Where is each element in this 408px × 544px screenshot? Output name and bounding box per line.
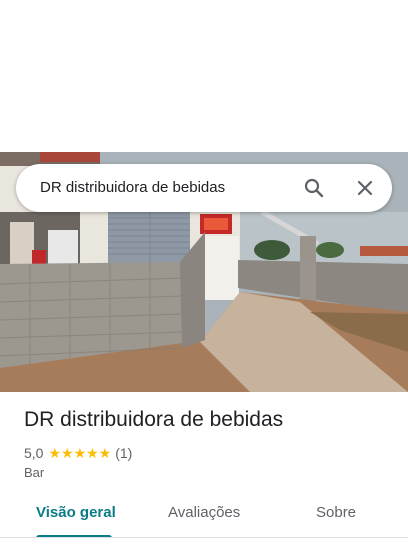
rating-value: 5,0 [24,445,44,461]
review-count[interactable]: (1) [115,445,132,461]
tab-bar: Visão geral Avaliações Sobre [0,496,408,538]
search-icon[interactable] [302,176,326,200]
close-icon[interactable] [353,176,377,200]
divider [0,537,408,538]
tab-about[interactable]: Sobre [316,504,356,521]
tab-reviews[interactable]: Avaliações [168,504,240,521]
tab-overview[interactable]: Visão geral [36,504,116,521]
search-query[interactable]: DR distribuidora de bebidas [40,164,225,212]
place-title: DR distribuidora de bebidas [24,408,284,431]
search-bar[interactable]: DR distribuidora de bebidas [16,164,392,212]
rating-row[interactable]: 5,0 ★★★★★ (1) [24,444,132,462]
rating-stars: ★★★★★ [48,444,112,461]
place-category[interactable]: Bar [24,465,44,480]
